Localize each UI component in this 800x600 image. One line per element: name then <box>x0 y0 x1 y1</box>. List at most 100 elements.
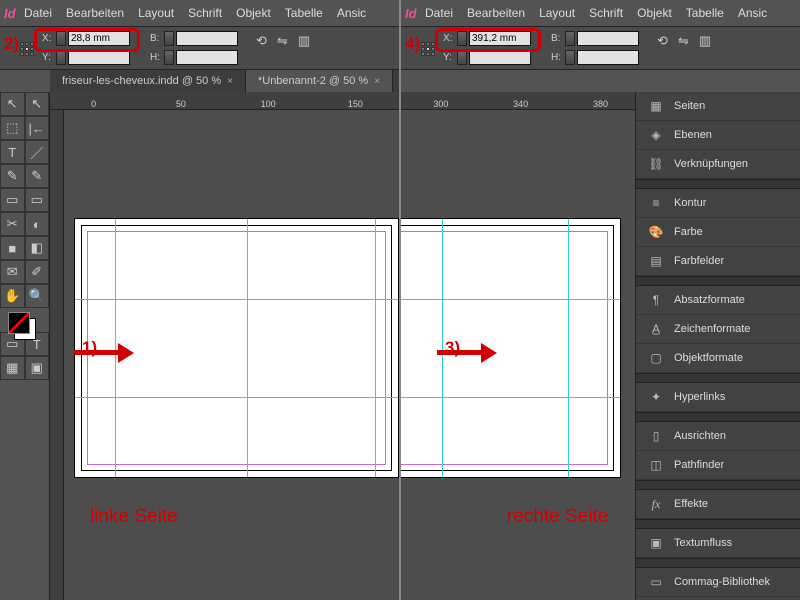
selection-tool[interactable]: ↖ <box>0 92 25 116</box>
fill-stroke-swatch[interactable] <box>0 308 49 348</box>
menu-bearbeiten[interactable]: Bearbeiten <box>467 6 525 20</box>
tab-doc-2[interactable]: *Unbenannt-2 @ 50 %× <box>246 70 393 92</box>
line-tool[interactable]: ／ <box>25 140 50 164</box>
zoom-tool[interactable]: 🔍 <box>25 284 50 308</box>
rotate-icon[interactable]: ⟲ <box>657 33 668 49</box>
h-stepper[interactable] <box>565 50 575 65</box>
guide-horizontal[interactable] <box>75 299 398 300</box>
view-mode[interactable]: ▦ <box>0 356 25 380</box>
hand-tool[interactable]: ✋ <box>0 284 25 308</box>
page-tool[interactable]: ⬚ <box>0 116 25 140</box>
panel-effekte[interactable]: fxEffekte <box>636 490 800 519</box>
panel-textumfluss[interactable]: ▣Textumfluss <box>636 529 800 558</box>
panel-separator <box>636 276 800 286</box>
h-input[interactable] <box>176 50 238 65</box>
panel-separator <box>636 373 800 383</box>
reference-point-icon[interactable] <box>20 42 35 57</box>
menu-bearbeiten[interactable]: Bearbeiten <box>66 6 124 20</box>
menu-objekt[interactable]: Objekt <box>236 6 271 20</box>
panel-label: Pathfinder <box>674 459 724 471</box>
panel-absatzformate[interactable]: ¶Absatzformate <box>636 286 800 315</box>
screen-mode[interactable]: ▣ <box>25 356 50 380</box>
panel-pathfinder[interactable]: ◫Pathfinder <box>636 451 800 480</box>
tab-doc-1[interactable]: friseur-les-cheveux.indd @ 50 % × <box>50 70 246 92</box>
rectangle-tool[interactable]: ▭ <box>25 188 50 212</box>
app-logo: Id <box>405 6 417 21</box>
menu-objekt[interactable]: Objekt <box>637 6 672 20</box>
menu-tabelle[interactable]: Tabelle <box>285 6 323 20</box>
y-input[interactable] <box>68 50 130 65</box>
h-input[interactable] <box>577 50 639 65</box>
panel-ebenen[interactable]: ◈Ebenen <box>636 121 800 150</box>
panel-ausrichten[interactable]: ▯Ausrichten <box>636 422 800 451</box>
y-input[interactable] <box>469 50 531 65</box>
panel-hyperlinks[interactable]: ✦Hyperlinks <box>636 383 800 412</box>
flip-icon[interactable]: ⇋ <box>678 33 689 49</box>
y-stepper[interactable] <box>457 50 467 65</box>
guide-horizontal[interactable] <box>399 299 620 300</box>
panel-bibliothek[interactable]: ▭Commag-Bibliothek <box>636 568 800 597</box>
arrow-icon <box>74 348 134 356</box>
menu-datei[interactable]: Datei <box>24 6 52 20</box>
note-tool[interactable]: ✉ <box>0 260 25 284</box>
flip-icon[interactable]: ⇋ <box>277 33 288 49</box>
eyedropper-tool[interactable]: ✐ <box>25 260 50 284</box>
w-input[interactable] <box>577 31 639 46</box>
ruler-mark: 340 <box>481 99 561 109</box>
panel-objektformate[interactable]: ▢Objektformate <box>636 344 800 373</box>
menubar: Datei Bearbeiten Layout Schrift Objekt T… <box>425 6 767 20</box>
document-canvas[interactable]: 1) linke Seite <box>64 110 399 600</box>
panel-zeichenformate[interactable]: A̲Zeichenformate <box>636 315 800 344</box>
scissors-tool[interactable]: ✂ <box>0 212 25 236</box>
guide-vertical[interactable] <box>375 219 376 477</box>
rotate-icon[interactable]: ⟲ <box>256 33 267 49</box>
frame-tool[interactable]: ▭ <box>0 188 25 212</box>
menu-tabelle[interactable]: Tabelle <box>686 6 724 20</box>
gradient-tool[interactable]: ■ <box>0 236 25 260</box>
gap-tool[interactable]: |← <box>25 116 50 140</box>
pencil-tool[interactable]: ✎ <box>25 164 50 188</box>
reference-point-icon[interactable] <box>421 42 436 57</box>
panel-label: Verknüpfungen <box>674 158 748 170</box>
ruler-mark: 380 <box>561 99 641 109</box>
caption-right: rechte Seite <box>507 506 608 528</box>
h-stepper[interactable] <box>164 50 174 65</box>
panel-seiten[interactable]: ▦Seiten <box>636 92 800 121</box>
vertical-ruler[interactable] <box>50 110 64 600</box>
page-right[interactable] <box>399 218 621 478</box>
menu-schrift[interactable]: Schrift <box>188 6 222 20</box>
guide-vertical[interactable] <box>247 219 248 477</box>
horizontal-ruler[interactable]: 0 50 100 150 <box>50 92 399 110</box>
guide-horizontal[interactable] <box>75 397 398 398</box>
close-icon[interactable]: × <box>374 76 380 87</box>
align-icon: ▯ <box>648 429 664 443</box>
guide-horizontal[interactable] <box>399 397 620 398</box>
tab-label: friseur-les-cheveux.indd @ 50 % <box>62 75 221 87</box>
align-icon[interactable]: ▥ <box>699 33 711 49</box>
swatch-tool[interactable]: ◧ <box>25 236 50 260</box>
pen-tool[interactable]: ✎ <box>0 164 25 188</box>
direct-selection-tool[interactable]: ↖ <box>25 92 50 116</box>
w-stepper[interactable] <box>164 31 174 46</box>
panel-kontur[interactable]: ≡Kontur <box>636 189 800 218</box>
ruler-mark: 150 <box>312 99 399 109</box>
panel-verknuepfungen[interactable]: ⛓Verknüpfungen <box>636 150 800 179</box>
w-stepper[interactable] <box>565 31 575 46</box>
menu-ansicht[interactable]: Ansic <box>337 6 366 20</box>
guide-vertical[interactable] <box>568 219 569 477</box>
panel-farbfelder[interactable]: ▤Farbfelder <box>636 247 800 276</box>
align-icon[interactable]: ▥ <box>298 33 310 49</box>
menu-layout[interactable]: Layout <box>138 6 174 20</box>
transform-tool[interactable]: ◐ <box>25 212 50 236</box>
w-input[interactable] <box>176 31 238 46</box>
y-stepper[interactable] <box>56 50 66 65</box>
menu-ansicht[interactable]: Ansic <box>738 6 767 20</box>
close-icon[interactable]: × <box>227 76 233 87</box>
library-icon: ▭ <box>648 575 664 589</box>
type-tool[interactable]: T <box>0 140 25 164</box>
pages-icon: ▦ <box>648 99 664 113</box>
menu-layout[interactable]: Layout <box>539 6 575 20</box>
panel-farbe[interactable]: 🎨Farbe <box>636 218 800 247</box>
menu-datei[interactable]: Datei <box>425 6 453 20</box>
menu-schrift[interactable]: Schrift <box>589 6 623 20</box>
